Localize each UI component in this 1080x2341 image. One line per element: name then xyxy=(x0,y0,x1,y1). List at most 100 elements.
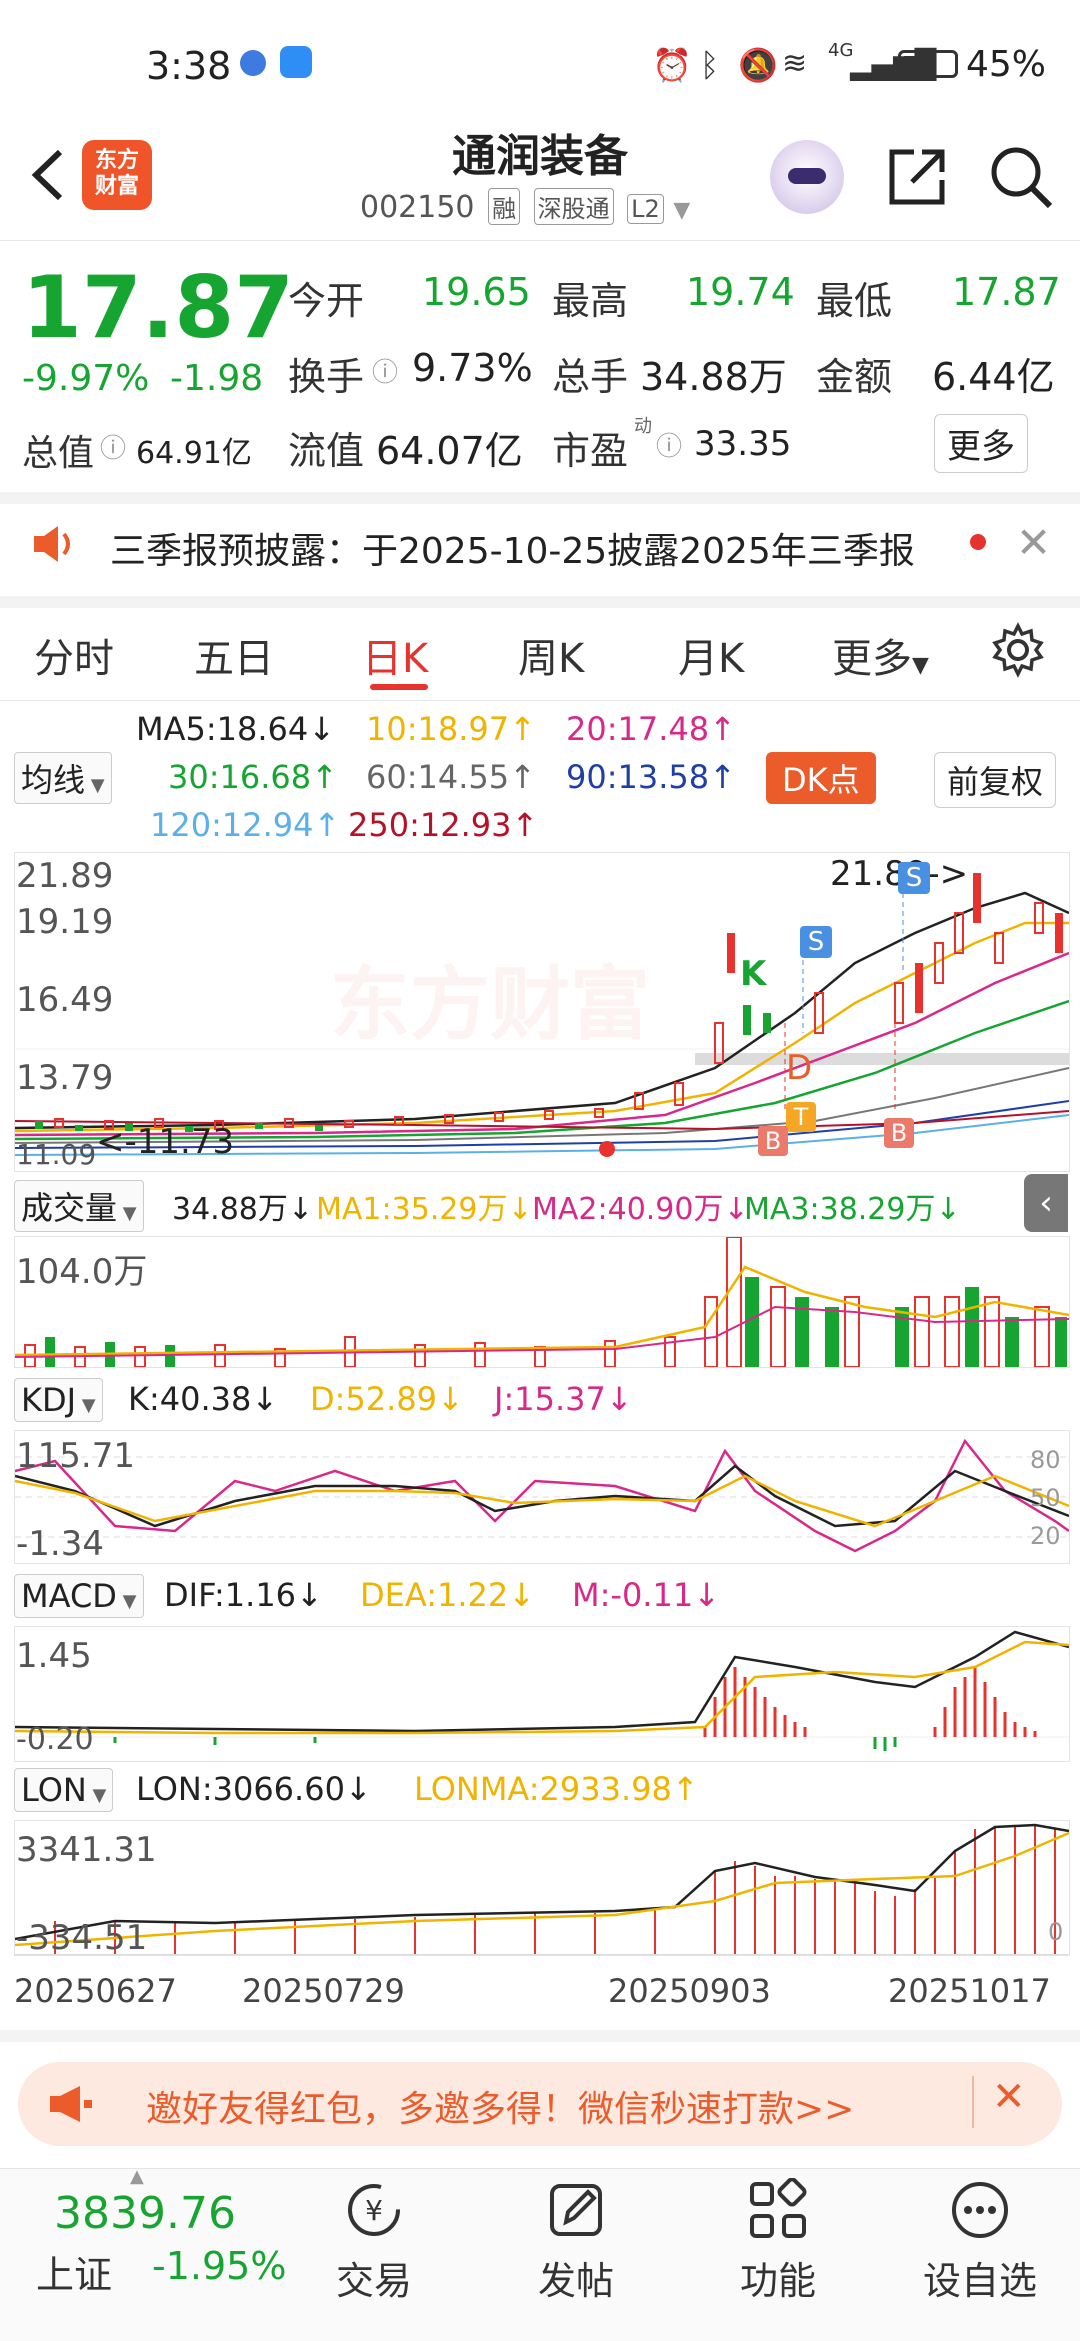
lonma-value: LONMA:2933.98↑ xyxy=(414,1770,699,1808)
b-signal-marker[interactable]: B xyxy=(758,1126,788,1156)
ma-selector[interactable]: 均线 ▼ xyxy=(14,752,112,804)
tab-weekly-k[interactable]: 周K xyxy=(518,626,584,684)
settings-button[interactable] xyxy=(990,622,1046,682)
b-signal-marker[interactable]: B xyxy=(884,1118,914,1148)
tab-more[interactable]: 更多▼ xyxy=(832,626,929,684)
open-value: 19.65 xyxy=(422,270,531,314)
s-signal-marker[interactable]: S xyxy=(898,862,930,894)
caret-down-icon: ▼ xyxy=(85,775,105,796)
macd-y-bottom: -0.20 xyxy=(16,1722,94,1757)
kdj-level-20: 20 xyxy=(1030,1522,1061,1550)
nav-trade[interactable]: ¥ 交易 xyxy=(304,2178,444,2305)
lon-panel[interactable] xyxy=(14,1820,1070,1956)
browser-icon xyxy=(240,50,266,76)
ma250-legend: 250:12.93↑ xyxy=(348,806,539,844)
gear-icon xyxy=(992,622,1044,678)
mktcap-label: 总值 xyxy=(22,433,95,474)
high-value: 19.74 xyxy=(686,270,795,314)
ma-selector-label: 均线 xyxy=(21,761,86,799)
amount-label: 金额 xyxy=(816,355,893,399)
collapse-panel-button[interactable]: ‹ xyxy=(1024,1174,1068,1232)
tab-five-day[interactable]: 五日 xyxy=(194,626,274,684)
kline-y-label: 11.09 xyxy=(16,1138,97,1171)
float-value: 64.07亿 xyxy=(376,429,523,473)
trade-icon: ¥ xyxy=(348,2184,400,2236)
index-value[interactable]: 3839.76 xyxy=(54,2188,236,2239)
caret-down-icon: ▼ xyxy=(116,1591,137,1612)
t-signal-marker[interactable]: T xyxy=(786,1102,816,1132)
volume-y-label: 104.0万 xyxy=(16,1252,148,1292)
nav-functions[interactable]: 功能 xyxy=(708,2177,848,2305)
battery-icon xyxy=(898,50,958,78)
turnover-label: 换手 xyxy=(288,355,365,399)
ma120-legend: 120:12.94↑ xyxy=(150,806,341,844)
kdj-selector[interactable]: KDJ ▼ xyxy=(14,1378,103,1422)
kline-y-label: 16.49 xyxy=(16,980,114,1020)
adjust-button[interactable]: 前复权 xyxy=(934,752,1057,808)
active-tab-indicator xyxy=(370,684,428,690)
close-banner-button[interactable]: ✕ xyxy=(992,2074,1026,2120)
k-signal-marker[interactable]: K xyxy=(740,954,766,994)
macd-dea: DEA:1.22↓ xyxy=(360,1576,536,1614)
watermark: 东方财富 xyxy=(330,958,650,1051)
volume-chart xyxy=(14,1236,1070,1368)
macd-selector[interactable]: MACD ▼ xyxy=(14,1574,144,1618)
nav-post[interactable]: 发帖 xyxy=(506,2178,646,2305)
caret-down-icon[interactable]: ▼ xyxy=(673,198,690,223)
volume-value: 34.88万 xyxy=(640,355,787,399)
info-icon[interactable]: ⓘ xyxy=(100,428,126,465)
change-percent: -9.97% xyxy=(22,358,150,399)
search-icon xyxy=(991,147,1053,209)
volume-selector-label: 成交量 xyxy=(21,1189,118,1227)
ma5-legend: MA5:18.64↓ xyxy=(136,710,336,748)
kdj-selector-label: KDJ xyxy=(21,1381,77,1419)
volume-ma2: MA2:40.90万↓ xyxy=(532,1192,749,1227)
status-time: 3:38 xyxy=(146,44,232,88)
pe-value: 33.35 xyxy=(694,424,792,464)
volume-label: 总手 xyxy=(552,355,629,399)
notice-text[interactable]: 三季报预披露：于2025-10-25披露2025年三季报 xyxy=(110,522,915,574)
promo-banner[interactable]: 邀好友得红包，多邀多得！微信秒速打款>> ✕ xyxy=(18,2062,1062,2146)
tab-monthly-k[interactable]: 月K xyxy=(678,626,744,684)
kline-y-label: 21.89 xyxy=(16,856,114,896)
tag-margin: 融 xyxy=(488,188,521,225)
d-signal-marker[interactable]: D xyxy=(786,1048,812,1088)
info-icon[interactable]: ⓘ xyxy=(656,426,682,463)
tab-daily-k[interactable]: 日K xyxy=(362,626,428,684)
share-button[interactable] xyxy=(884,144,950,214)
search-button[interactable] xyxy=(986,142,1056,216)
low-label: 最低 xyxy=(816,279,893,323)
ma90-legend: 90:13.58↑ xyxy=(566,758,736,796)
tab-intraday[interactable]: 分时 xyxy=(34,626,114,684)
lon-selector[interactable]: LON ▼ xyxy=(14,1768,114,1812)
index-change[interactable]: -1.95% xyxy=(152,2244,286,2288)
volume-selector[interactable]: 成交量 ▼ xyxy=(14,1180,144,1232)
nav-add-watchlist[interactable]: 设自选 xyxy=(910,2178,1050,2305)
high-label: 最高 xyxy=(552,279,629,323)
caret-down-icon: ▼ xyxy=(912,653,929,678)
wifi-icon: ≋ xyxy=(782,46,808,81)
lon-chart xyxy=(14,1823,1070,1955)
index-name[interactable]: 上证 xyxy=(36,2244,112,2299)
pe-label: 市盈 xyxy=(552,429,629,473)
kdj-panel[interactable] xyxy=(14,1430,1070,1564)
ai-assistant-avatar[interactable] xyxy=(770,140,844,214)
macd-panel[interactable] xyxy=(14,1626,1070,1762)
macd-y-top: 1.45 xyxy=(16,1636,92,1676)
macd-chart xyxy=(14,1630,1070,1751)
more-quote-button[interactable]: 更多 xyxy=(934,414,1028,473)
info-icon[interactable]: ⓘ xyxy=(372,352,398,389)
turnover-value: 9.73% xyxy=(412,346,533,390)
lon-y-bottom: -334.51 xyxy=(16,1918,148,1958)
close-notice-button[interactable]: ✕ xyxy=(1016,518,1051,567)
dk-point-button[interactable]: DK点 xyxy=(766,752,876,804)
kdj-y-top: 115.71 xyxy=(16,1436,135,1476)
stock-code: 002150 xyxy=(360,190,475,225)
date-label: 20251017 xyxy=(888,1972,1051,2010)
volume-ma1: MA1:35.29万↓ xyxy=(316,1192,533,1227)
s-signal-marker[interactable]: S xyxy=(800,926,832,958)
close-icon: ✕ xyxy=(1016,518,1052,567)
volume-panel[interactable] xyxy=(14,1236,1070,1368)
mktcap-value: 64.91亿 xyxy=(136,436,252,471)
nav-trade-label: 交易 xyxy=(335,2259,412,2303)
